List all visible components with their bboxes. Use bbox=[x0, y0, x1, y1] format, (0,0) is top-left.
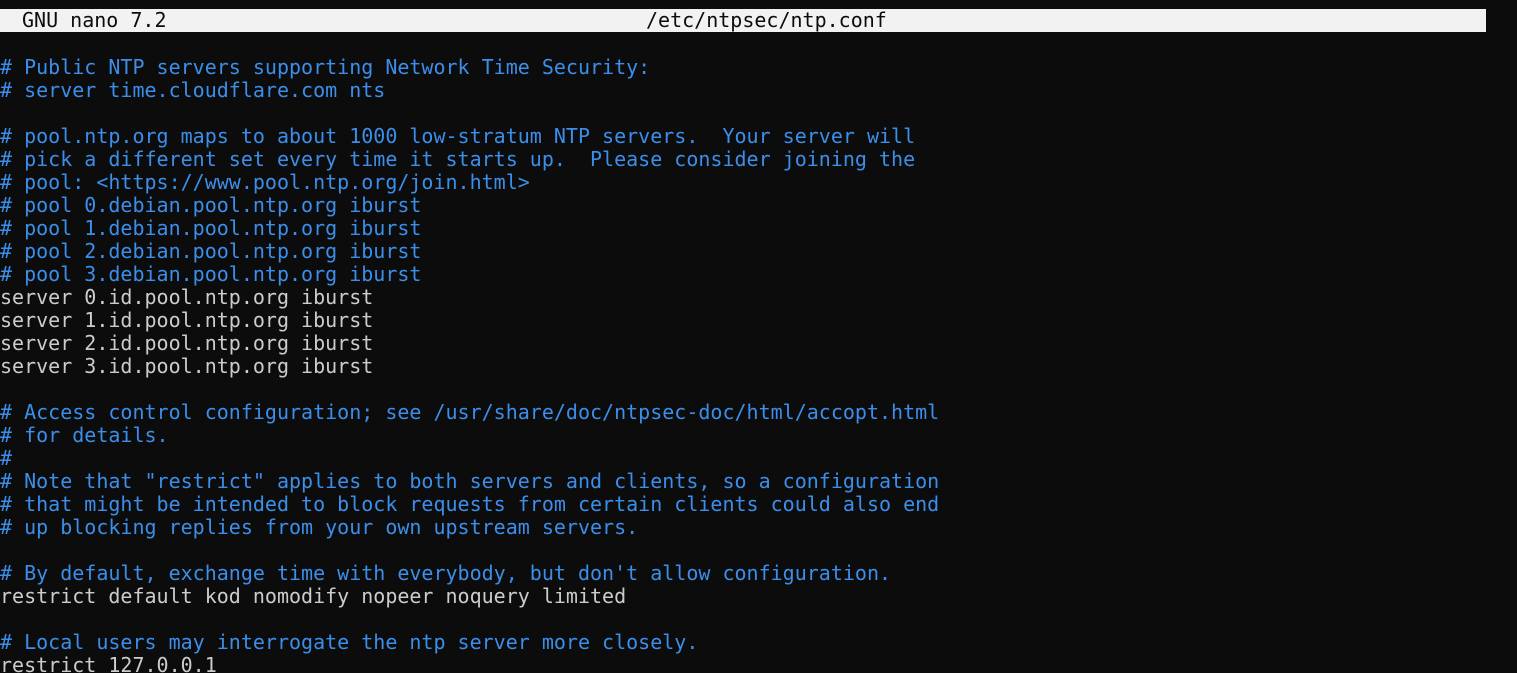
nano-title-bar: GNU nano 7.2 /etc/ntpsec/ntp.conf bbox=[0, 9, 1486, 32]
comment-line[interactable]: # By default, exchange time with everybo… bbox=[0, 562, 1517, 585]
blank-line[interactable] bbox=[0, 102, 1517, 125]
comment-line[interactable]: # pool 0.debian.pool.ntp.org iburst bbox=[0, 194, 1517, 217]
config-line[interactable]: server 2.id.pool.ntp.org iburst bbox=[0, 332, 1517, 355]
blank-line[interactable] bbox=[0, 608, 1517, 631]
comment-line[interactable]: # Local users may interrogate the ntp se… bbox=[0, 631, 1517, 654]
comment-line[interactable]: # that might be intended to block reques… bbox=[0, 493, 1517, 516]
editor-app-name: GNU nano 7.2 bbox=[22, 8, 167, 32]
comment-line[interactable]: # pool 3.debian.pool.ntp.org iburst bbox=[0, 263, 1517, 286]
comment-line[interactable]: # pool.ntp.org maps to about 1000 low-st… bbox=[0, 125, 1517, 148]
comment-line[interactable]: # up blocking replies from your own upst… bbox=[0, 516, 1517, 539]
comment-line[interactable]: # for details. bbox=[0, 424, 1517, 447]
comment-line[interactable]: # Access control configuration; see /usr… bbox=[0, 401, 1517, 424]
comment-line[interactable]: # pool: <https://www.pool.ntp.org/join.h… bbox=[0, 171, 1517, 194]
comment-line[interactable]: # pool 2.debian.pool.ntp.org iburst bbox=[0, 240, 1517, 263]
blank-line[interactable] bbox=[0, 378, 1517, 401]
file-path: /etc/ntpsec/ntp.conf bbox=[646, 8, 887, 32]
config-line[interactable]: server 0.id.pool.ntp.org iburst bbox=[0, 286, 1517, 309]
comment-line[interactable]: # bbox=[0, 447, 1517, 470]
config-line[interactable]: server 1.id.pool.ntp.org iburst bbox=[0, 309, 1517, 332]
config-line[interactable]: restrict 127.0.0.1 bbox=[0, 654, 1517, 673]
blank-line[interactable] bbox=[0, 539, 1517, 562]
comment-line[interactable]: # Public NTP servers supporting Network … bbox=[0, 56, 1517, 79]
config-line[interactable]: restrict default kod nomodify nopeer noq… bbox=[0, 585, 1517, 608]
comment-line[interactable]: # pool 1.debian.pool.ntp.org iburst bbox=[0, 217, 1517, 240]
config-line[interactable]: server 3.id.pool.ntp.org iburst bbox=[0, 355, 1517, 378]
comment-line[interactable]: # pick a different set every time it sta… bbox=[0, 148, 1517, 171]
comment-line[interactable]: # server time.cloudflare.com nts bbox=[0, 79, 1517, 102]
editor-text-area[interactable]: # Public NTP servers supporting Network … bbox=[0, 56, 1517, 673]
comment-line[interactable]: # Note that "restrict" applies to both s… bbox=[0, 470, 1517, 493]
